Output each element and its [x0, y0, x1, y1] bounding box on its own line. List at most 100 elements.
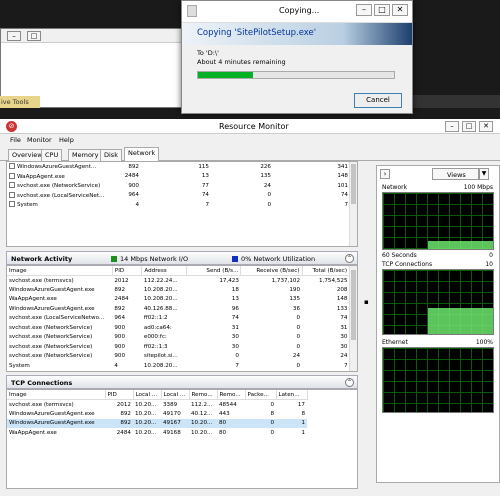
collapse-icon[interactable]: ⌃ [345, 378, 354, 387]
table-cell: 0 [270, 429, 274, 436]
process-checkbox[interactable] [9, 201, 15, 208]
menu-file[interactable]: File [10, 136, 21, 144]
process-checkbox[interactable] [9, 191, 15, 198]
network-graph-min: 0 [489, 252, 493, 259]
process-value: 24 [263, 182, 271, 189]
process-row[interactable]: System 4 7 0 7 [7, 200, 350, 210]
table-cell: 208 [336, 286, 348, 293]
tab-disk[interactable]: Disk [100, 149, 122, 161]
table-cell: 900 [114, 324, 126, 331]
table-cell: 10.20... [135, 429, 157, 436]
table-cell: 148 [336, 296, 348, 303]
table-cell: 1 [276, 418, 307, 428]
table-cell: 0 [296, 324, 301, 331]
table-cell: 1,737,102 [271, 277, 301, 284]
table-row[interactable]: svchost.exe (NetworkService) 900 ad0:ca64:… [7, 323, 350, 333]
processes-panel: WindowsAzureGuestAgent... 892 115 226 341 WaA… [6, 161, 358, 247]
table-cell: 10.20... [135, 410, 157, 417]
process-checkbox[interactable] [9, 163, 15, 170]
tab-network[interactable]: Network [124, 147, 160, 161]
minimize-icon[interactable]: – [7, 31, 21, 41]
table-cell: WindowsAzureGuestAgent.exe [9, 305, 95, 312]
table-cell: 36 [292, 305, 301, 312]
table-row[interactable]: System 4 10.208.20... 7 0 7 [7, 361, 350, 371]
process-row[interactable]: svchost.exe (LocalServiceNet... 964 74 0 74 [7, 191, 350, 201]
process-checkbox[interactable] [9, 182, 15, 189]
table-row[interactable]: svchost.exe (termsvcs) 2012 10.20... 3389 11… [7, 400, 307, 410]
maximize-icon[interactable]: □ [462, 121, 476, 132]
table-cell: 0 [296, 343, 301, 350]
table-cell: 892 [114, 286, 126, 293]
process-row[interactable]: WindowsAzureGuestAgent... 892 115 226 341 [7, 162, 350, 172]
table-cell: 1 [301, 429, 305, 436]
table-cell: 8 [301, 410, 305, 417]
column-header: Local ... [161, 390, 190, 400]
expand-pane-icon[interactable]: › [380, 169, 390, 179]
column-header: Total (B/sec) [302, 266, 351, 276]
minimize-icon[interactable]: – [356, 4, 372, 16]
column-header: PID [112, 266, 143, 276]
menu-help[interactable]: Help [59, 136, 74, 144]
tab-cpu[interactable]: CPU [41, 149, 63, 161]
table-cell: 0 [245, 418, 276, 428]
menu-monitor[interactable]: Monitor [27, 136, 52, 144]
table-cell: 2484 [114, 296, 129, 303]
process-value: 101 [337, 182, 348, 189]
table-row[interactable]: WindowsAzureGuestAgent.exe 892 10.208.20..… [7, 285, 350, 295]
table-cell: 10.208.20... [143, 286, 178, 293]
minimize-icon[interactable]: – [445, 121, 459, 132]
network-activity-scrollbar[interactable] [349, 266, 357, 371]
tools-tab[interactable]: ive Tools [0, 96, 40, 108]
table-cell: 0 [235, 353, 239, 360]
time-remaining: About 4 minutes remaining [197, 58, 286, 66]
table-row[interactable]: svchost.exe (NetworkService) 900 ff02::1:3… [7, 342, 350, 352]
table-row[interactable]: svchost.exe (termsvcs) 2012 112.22.24... 17… [7, 276, 350, 286]
column-header: Image [7, 390, 106, 400]
table-cell: WindowsAzureGuestAgent.exe [7, 418, 105, 428]
process-checkbox[interactable] [9, 172, 15, 179]
table-cell: 2012 [116, 401, 131, 408]
scroll-marker-icon: ▪ [364, 298, 369, 306]
close-icon[interactable]: ✕ [392, 4, 408, 16]
tcp-graph-scale: 10 [485, 261, 493, 268]
background-titlebar: – □ [1, 29, 184, 43]
cancel-button[interactable]: Cancel [354, 93, 402, 108]
table-cell: 40.126.88... [143, 305, 178, 312]
table-cell: svchost.exe (termsvcs) [9, 401, 74, 408]
table-row[interactable]: WindowsAzureGuestAgent.exe 892 10.20... 491… [7, 409, 307, 419]
table-row[interactable]: WindowsAzureGuestAgent.exe 892 10.20... 491… [7, 418, 307, 428]
pane-splitter[interactable]: ▪ [362, 165, 374, 483]
views-dropdown-icon[interactable]: ▼ [479, 168, 489, 180]
network-activity-header[interactable]: Network Activity 14 Mbps Network I/O 0% … [6, 251, 358, 265]
table-cell: 49168 [163, 429, 181, 436]
table-row[interactable]: svchost.exe (NetworkService) 900 sitepilot… [7, 352, 350, 362]
table-cell: 4 [114, 362, 118, 369]
process-value: 0 [267, 192, 271, 199]
table-row[interactable]: WaAppAgent.exe 2484 10.208.20... 13 135 148 [7, 295, 350, 305]
table-cell: WindowsAzureGuestAgent.exe [9, 410, 95, 417]
close-icon[interactable]: ✕ [479, 121, 493, 132]
table-row[interactable]: WaAppAgent.exe 2484 10.20... 49168 10.20... 8… [7, 428, 307, 438]
maximize-icon[interactable]: □ [374, 4, 390, 16]
collapse-icon[interactable]: ⌃ [345, 254, 354, 263]
network-activity-title: Network Activity [11, 255, 73, 263]
table-row[interactable]: svchost.exe (NetworkService) 900 e000:fc: 3… [7, 333, 350, 343]
table-cell: 900 [114, 334, 126, 341]
processes-scrollbar[interactable] [349, 162, 357, 246]
views-button[interactable]: Views [432, 168, 479, 180]
table-row[interactable]: WindowsAzureGuestAgent.exe 892 40.126.88..… [7, 304, 350, 314]
table-cell: 80 [217, 418, 245, 428]
tcp-graph-fill [428, 308, 493, 334]
table-cell: 10.20... [135, 401, 157, 408]
table-cell: 112.2... [191, 401, 213, 408]
tab-memory[interactable]: Memory [68, 149, 103, 161]
copy-destination: To 'D:\' [197, 49, 219, 57]
tcp-connections-header[interactable]: TCP Connections ⌃ [6, 375, 358, 389]
process-row[interactable]: WaAppAgent.exe 2484 13 135 148 [7, 172, 350, 182]
table-cell: 892 [105, 418, 133, 428]
tcp-graph-label: TCP Connections [382, 261, 433, 268]
table-row[interactable]: svchost.exe (LocalServiceNetwo... 964 ff02… [7, 314, 350, 324]
maximize-icon[interactable]: □ [27, 31, 41, 41]
table-cell: svchost.exe (NetworkService) [9, 353, 93, 360]
process-row[interactable]: svchost.exe (NetworkService) 900 77 24 101 [7, 181, 350, 191]
